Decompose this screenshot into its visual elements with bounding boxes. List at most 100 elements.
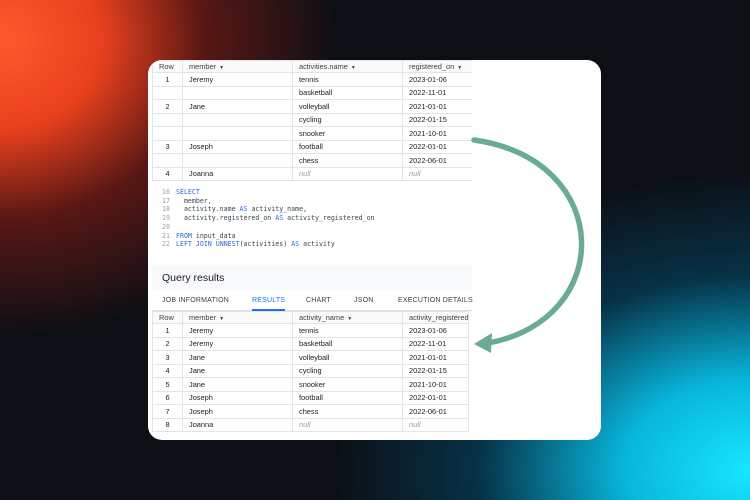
activity-name-cell: tennis (292, 323, 403, 338)
activity-name-cell: football (292, 390, 403, 405)
row-number (152, 85, 183, 100)
code-line: 20 (152, 223, 472, 232)
activity-name-cell: chess (292, 404, 403, 419)
member-cell (182, 153, 293, 168)
sql-editor[interactable]: 16 SELECT 17 member, 18 activity.name AS ac… (152, 188, 472, 264)
line-number: 18 (162, 205, 170, 214)
member-cell (182, 112, 293, 127)
input-table-header: Row member ▼ activities.name ▼ registered_on ▼ (152, 60, 472, 73)
row-number: 2 (152, 99, 183, 114)
row-number: 5 (152, 377, 183, 392)
member-cell (182, 85, 293, 100)
table-row: 1 Jeremy tennis 2023-01-06 (152, 72, 472, 87)
member-cell (182, 126, 293, 141)
caret-down-icon[interactable]: ▼ (219, 65, 224, 71)
activity-registered-on-cell: 2022-01-15 (402, 363, 469, 378)
results-table-header: Row member ▼ activity_name ▼ activity_registe… (152, 311, 469, 324)
activity-name-cell: cycling (292, 112, 403, 127)
table-row: 7 Joseph chess 2022-06-01 (152, 404, 469, 419)
registered-on-cell: 2022-11-01 (402, 85, 472, 100)
caret-down-icon[interactable]: ▼ (351, 65, 356, 71)
line-number: 19 (162, 214, 170, 223)
member-cell: Jeremy (182, 323, 293, 338)
results-tab-bar: JOB INFORMATION RESULTS CHART JSON EXECUTION… (152, 293, 473, 311)
member-cell: Joseph (182, 390, 293, 405)
caret-down-icon[interactable]: ▼ (219, 316, 224, 322)
row-number: 3 (152, 139, 183, 154)
activity-name-cell: snooker (292, 126, 403, 141)
tab-json[interactable]: JSON (354, 293, 373, 311)
activity-registered-on-cell: 2021-01-01 (402, 350, 469, 365)
registered-on-cell: 2022-01-01 (402, 139, 472, 154)
registered-on-cell: 2022-06-01 (402, 153, 472, 168)
table-row: 2 Jane volleyball 2021-01-01 (152, 99, 472, 114)
line-number: 22 (162, 240, 170, 249)
column-header-2[interactable]: activities.name ▼ (292, 60, 403, 73)
member-cell: Joanna (182, 417, 293, 432)
row-number: 4 (152, 363, 183, 378)
query-results-panel: Row member ▼ activity_name ▼ activity_registe… (152, 311, 469, 432)
caret-down-icon[interactable]: ▼ (457, 65, 462, 71)
table-row: cycling 2022-01-15 (152, 112, 472, 127)
activity-registered-on-cell: 2023-01-06 (402, 323, 469, 338)
input-data-table: Row member ▼ activities.name ▼ registered_on ▼… (152, 60, 472, 181)
code-text: LEFT JOIN UNNEST(activities) AS activity (176, 240, 335, 249)
code-line: 21 FROM input_data (152, 232, 472, 241)
code-text: FROM input_data (176, 231, 236, 240)
table-row: basketball 2022-11-01 (152, 85, 472, 100)
table-row: 4 Jane cycling 2022-01-15 (152, 363, 469, 378)
activity-name-cell: null (292, 166, 403, 181)
row-number: 3 (152, 350, 183, 365)
code-line: 18 activity.name AS activity_name, (152, 205, 472, 214)
member-cell: Joseph (182, 139, 293, 154)
table-row: 2 Jeremy basketball 2022-11-01 (152, 336, 469, 351)
result-column-header-2[interactable]: activity_name ▼ (292, 311, 403, 324)
row-number: 2 (152, 336, 183, 351)
caret-down-icon[interactable]: ▼ (347, 316, 352, 322)
line-number: 20 (162, 222, 170, 231)
activity-name-cell: chess (292, 153, 403, 168)
result-column-header-0[interactable]: Row (152, 311, 183, 324)
member-cell: Joanna (182, 166, 293, 181)
code-text: SELECT (176, 188, 200, 196)
table-row: 1 Jeremy tennis 2023-01-06 (152, 323, 469, 338)
activity-name-cell: football (292, 139, 403, 154)
tab-chart[interactable]: CHART (306, 293, 331, 311)
member-cell: Jane (182, 377, 293, 392)
activity-name-cell: basketball (292, 85, 403, 100)
row-number: 1 (152, 323, 183, 338)
tab-results[interactable]: RESULTS (252, 293, 286, 311)
activity-name-cell: cycling (292, 363, 403, 378)
registered-on-cell: 2021-10-01 (402, 126, 472, 141)
tab-execution-details[interactable]: EXECUTION DETAILS (398, 293, 473, 311)
row-number: 8 (152, 417, 183, 432)
code-line: 17 member, (152, 197, 472, 206)
row-number: 7 (152, 404, 183, 419)
registered-on-cell: 2021-01-01 (402, 99, 472, 114)
activity-registered-on-cell: 2022-01-01 (402, 390, 469, 405)
tab-job-information[interactable]: JOB INFORMATION (162, 293, 229, 311)
code-line: 16 SELECT (152, 188, 472, 197)
member-cell: Jeremy (182, 336, 293, 351)
table-row: 5 Jane snooker 2021-10-01 (152, 377, 469, 392)
activity-name-cell: volleyball (292, 350, 403, 365)
member-cell: Jeremy (182, 72, 293, 87)
column-header-0[interactable]: Row (152, 60, 183, 73)
member-cell: Jane (182, 99, 293, 114)
query-results-table: Row member ▼ activity_name ▼ activity_registe… (152, 311, 469, 432)
column-header-1[interactable]: member ▼ (182, 60, 293, 73)
table-row: 3 Jane volleyball 2021-01-01 (152, 350, 469, 365)
result-column-header-1[interactable]: member ▼ (182, 311, 293, 324)
code-text: activity.name AS activity_name, (176, 205, 308, 214)
table-row: snooker 2021-10-01 (152, 126, 472, 141)
code-line: 19 activity.registered_on AS activity_re… (152, 214, 472, 223)
column-header-3[interactable]: registered_on ▼ (402, 60, 472, 73)
row-number: 6 (152, 390, 183, 405)
code-text: member, (176, 196, 212, 205)
line-number: 21 (162, 231, 170, 240)
result-column-header-3[interactable]: activity_registered_o (402, 311, 469, 324)
activity-name-cell: tennis (292, 72, 403, 87)
activity-registered-on-cell: 2021-10-01 (402, 377, 469, 392)
registered-on-cell: null (402, 166, 472, 181)
member-cell: Joseph (182, 404, 293, 419)
